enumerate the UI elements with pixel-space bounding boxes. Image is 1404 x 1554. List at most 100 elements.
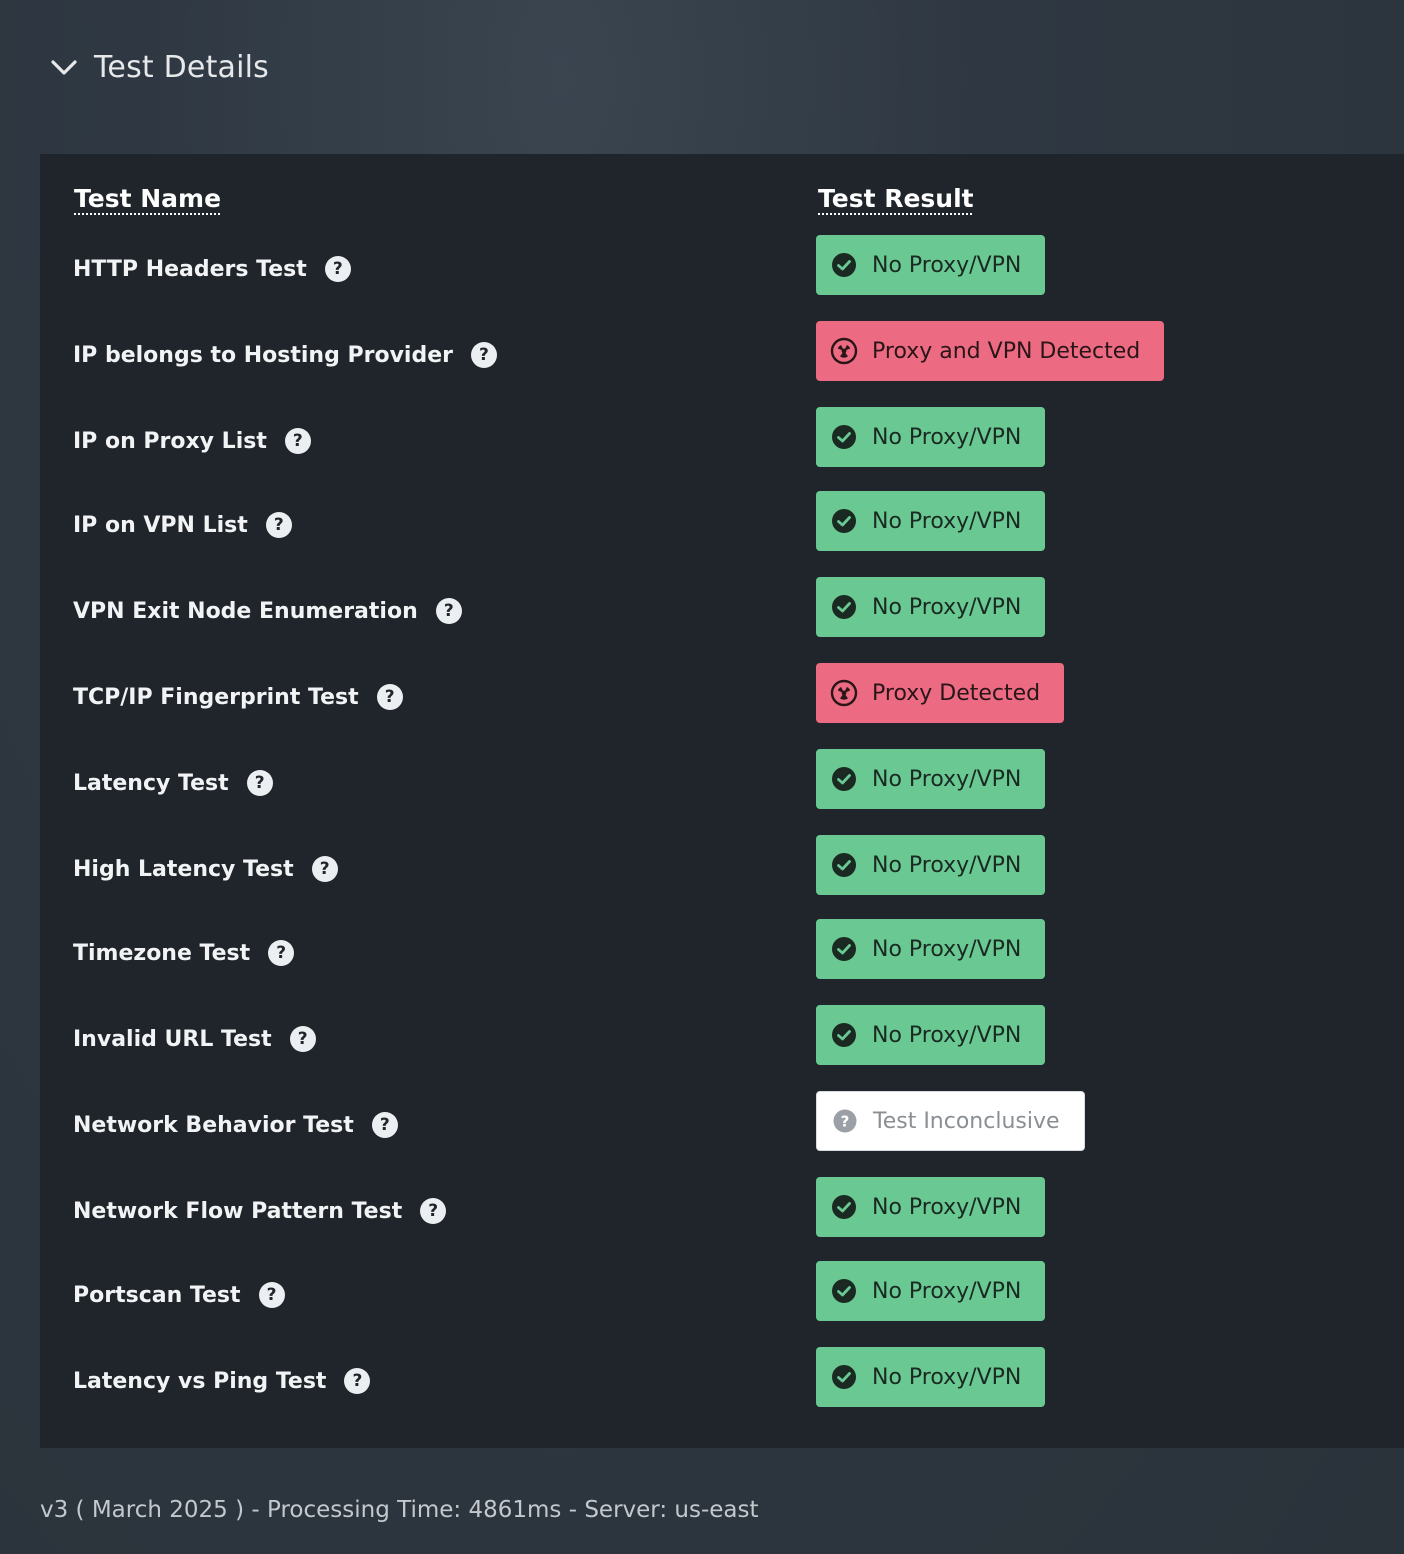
help-icon[interactable]: ? <box>265 512 292 538</box>
help-icon[interactable]: ? <box>435 598 462 624</box>
check-circle-icon <box>830 593 858 621</box>
radiation-icon <box>830 679 858 707</box>
table-row: High Latency Test? No Proxy/VPN <box>40 835 1404 913</box>
table-row: Invalid URL Test? No Proxy/VPN <box>40 1005 1404 1083</box>
svg-text:?: ? <box>841 1113 850 1131</box>
test-name-label: VPN Exit Node Enumeration <box>73 598 418 624</box>
result-label: No Proxy/VPN <box>872 766 1022 792</box>
help-icon[interactable]: ? <box>376 684 403 710</box>
help-icon[interactable]: ? <box>289 1026 316 1052</box>
test-name-cell: High Latency Test? <box>73 853 338 885</box>
test-name-label: IP belongs to Hosting Provider <box>73 342 453 368</box>
test-details-toggle[interactable]: Test Details <box>46 44 269 90</box>
result-label: No Proxy/VPN <box>872 594 1022 620</box>
help-icon[interactable]: ? <box>371 1112 398 1138</box>
test-name-label: Timezone Test <box>73 940 251 966</box>
test-name-label: IP on Proxy List <box>73 428 267 454</box>
table-row: IP on Proxy List? No Proxy/VPN <box>40 407 1404 485</box>
result-badge-pass: No Proxy/VPN <box>816 919 1046 979</box>
table-row: IP on VPN List? No Proxy/VPN <box>40 491 1404 569</box>
test-name-cell: Latency Test? <box>73 767 273 799</box>
check-circle-icon <box>830 765 858 793</box>
result-badge-unknown: ? Test Inconclusive <box>816 1091 1085 1151</box>
result-badge-pass: No Proxy/VPN <box>816 1347 1046 1407</box>
result-label: Proxy and VPN Detected <box>872 338 1141 364</box>
result-badge-pass: No Proxy/VPN <box>816 407 1046 467</box>
result-badge-fail: Proxy and VPN Detected <box>816 321 1165 381</box>
question-circle-icon: ? <box>831 1107 859 1135</box>
check-circle-icon <box>830 507 858 535</box>
table-row: Timezone Test? No Proxy/VPN <box>40 919 1404 997</box>
result-label: No Proxy/VPN <box>872 1022 1022 1048</box>
table-row: Latency Test? No Proxy/VPN <box>40 749 1404 827</box>
check-circle-icon <box>830 935 858 963</box>
result-label: No Proxy/VPN <box>872 252 1022 278</box>
help-icon[interactable]: ? <box>470 342 497 368</box>
test-name-cell: TCP/IP Fingerprint Test? <box>73 681 403 713</box>
test-name-cell: VPN Exit Node Enumeration? <box>73 595 462 627</box>
table-row: HTTP Headers Test? No Proxy/VPN <box>40 235 1404 313</box>
result-badge-pass: No Proxy/VPN <box>816 1177 1046 1237</box>
test-name-label: High Latency Test <box>73 856 294 882</box>
test-name-label: Network Flow Pattern Test <box>73 1198 403 1224</box>
result-badge-pass: No Proxy/VPN <box>816 577 1046 637</box>
table-row: Network Behavior Test?? Test Inconclusive <box>40 1091 1404 1169</box>
result-label: Test Inconclusive <box>873 1108 1060 1134</box>
result-label: Proxy Detected <box>872 680 1041 706</box>
footer-info: v3 ( March 2025 ) - Processing Time: 486… <box>40 1497 759 1523</box>
test-name-label: TCP/IP Fingerprint Test <box>73 684 359 710</box>
test-name-cell: Timezone Test? <box>73 937 295 969</box>
test-name-label: Network Behavior Test <box>73 1112 354 1138</box>
test-name-label: HTTP Headers Test <box>73 256 307 282</box>
result-badge-fail: Proxy Detected <box>816 663 1065 723</box>
table-row: TCP/IP Fingerprint Test? Proxy Detected <box>40 663 1404 741</box>
test-name-cell: Invalid URL Test? <box>73 1023 316 1055</box>
test-name-cell: Network Flow Pattern Test? <box>73 1195 447 1227</box>
test-name-label: Latency Test <box>73 770 229 796</box>
section-title: Test Details <box>94 49 270 85</box>
column-header-test-name: Test Name <box>74 184 222 213</box>
result-label: No Proxy/VPN <box>872 1364 1022 1390</box>
result-label: No Proxy/VPN <box>872 936 1022 962</box>
test-name-label: Portscan Test <box>73 1282 241 1308</box>
result-badge-pass: No Proxy/VPN <box>816 835 1046 895</box>
table-row: VPN Exit Node Enumeration? No Proxy/VPN <box>40 577 1404 655</box>
check-circle-icon <box>830 851 858 879</box>
table-row: IP belongs to Hosting Provider? Proxy and… <box>40 321 1404 399</box>
result-label: No Proxy/VPN <box>872 1194 1022 1220</box>
test-name-cell: Portscan Test? <box>73 1279 285 1311</box>
result-label: No Proxy/VPN <box>872 1278 1022 1304</box>
help-icon[interactable]: ? <box>344 1368 371 1394</box>
help-icon[interactable]: ? <box>420 1198 447 1224</box>
result-badge-pass: No Proxy/VPN <box>816 1005 1046 1065</box>
test-name-cell: IP on VPN List? <box>73 509 292 541</box>
check-circle-icon <box>830 1193 858 1221</box>
test-details-panel: Test Name Test Result HTTP Headers Test?… <box>40 154 1404 1448</box>
check-circle-icon <box>830 1021 858 1049</box>
radiation-icon <box>830 337 858 365</box>
check-circle-icon <box>830 1363 858 1391</box>
result-badge-pass: No Proxy/VPN <box>816 1261 1046 1321</box>
help-icon[interactable]: ? <box>258 1282 285 1308</box>
test-name-cell: Latency vs Ping Test? <box>73 1365 371 1397</box>
test-name-label: Invalid URL Test <box>73 1026 272 1052</box>
result-label: No Proxy/VPN <box>872 508 1022 534</box>
help-icon[interactable]: ? <box>324 256 351 282</box>
result-label: No Proxy/VPN <box>872 424 1022 450</box>
help-icon[interactable]: ? <box>268 940 295 966</box>
help-icon[interactable]: ? <box>311 856 338 882</box>
check-circle-icon <box>830 1277 858 1305</box>
result-badge-pass: No Proxy/VPN <box>816 749 1046 809</box>
test-name-cell: HTTP Headers Test? <box>73 253 351 285</box>
test-name-cell: IP belongs to Hosting Provider? <box>73 339 497 371</box>
result-badge-pass: No Proxy/VPN <box>816 235 1046 295</box>
help-icon[interactable]: ? <box>284 428 311 454</box>
check-circle-icon <box>830 251 858 279</box>
help-icon[interactable]: ? <box>246 770 273 796</box>
result-label: No Proxy/VPN <box>872 852 1022 878</box>
chevron-down-icon <box>46 49 82 85</box>
table-row: Portscan Test? No Proxy/VPN <box>40 1261 1404 1339</box>
test-name-cell: IP on Proxy List? <box>73 425 311 457</box>
column-header-test-result: Test Result <box>818 184 974 213</box>
result-badge-pass: No Proxy/VPN <box>816 491 1046 551</box>
